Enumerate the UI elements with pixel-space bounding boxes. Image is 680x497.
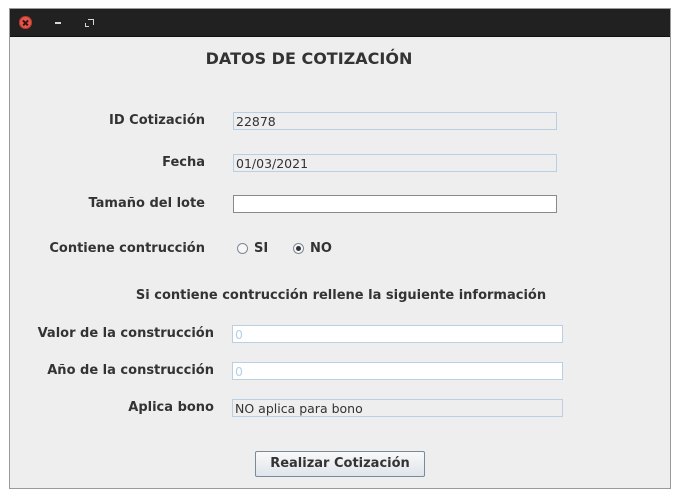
radio-si-label: SI [254, 241, 269, 256]
fecha-label: Fecha [162, 155, 205, 170]
anio-construccion-label: Año de la construcción [47, 363, 214, 378]
tamano-lote-label: Tamaño del lote [88, 196, 205, 211]
maximize-icon[interactable] [85, 19, 94, 27]
close-icon[interactable] [19, 16, 32, 29]
valor-construccion-field[interactable]: 0 [232, 325, 563, 343]
radio-no-label: NO [310, 241, 332, 256]
radio-no[interactable]: NO [293, 241, 332, 256]
fecha-field[interactable]: 01/03/2021 [233, 154, 557, 172]
radio-no-button[interactable] [293, 243, 304, 254]
id-cotizacion-label: ID Cotización [109, 113, 205, 128]
aplica-bono-label: Aplica bono [128, 400, 214, 415]
radio-si-button[interactable] [237, 243, 248, 254]
anio-construccion-field[interactable]: 0 [232, 362, 563, 380]
id-cotizacion-field[interactable]: 22878 [233, 112, 557, 130]
form-title: DATOS DE COTIZACIÓN [205, 49, 413, 68]
radio-si[interactable]: SI [237, 241, 268, 256]
aplica-bono-field: NO aplica para bono [232, 399, 563, 417]
construccion-note: Si contiene contrucción rellene la sigui… [135, 288, 547, 303]
contiene-construccion-label: Contiene contrucción [49, 241, 205, 256]
tamano-lote-field[interactable] [233, 195, 557, 213]
valor-construccion-label: Valor de la construcción [37, 326, 214, 341]
title-bar [10, 9, 670, 37]
realizar-cotizacion-button[interactable]: Realizar Cotización [255, 451, 425, 477]
cotizacion-window: DATOS DE COTIZACIÓN ID Cotización 22878 … [9, 8, 671, 489]
minimize-icon[interactable] [55, 22, 61, 24]
